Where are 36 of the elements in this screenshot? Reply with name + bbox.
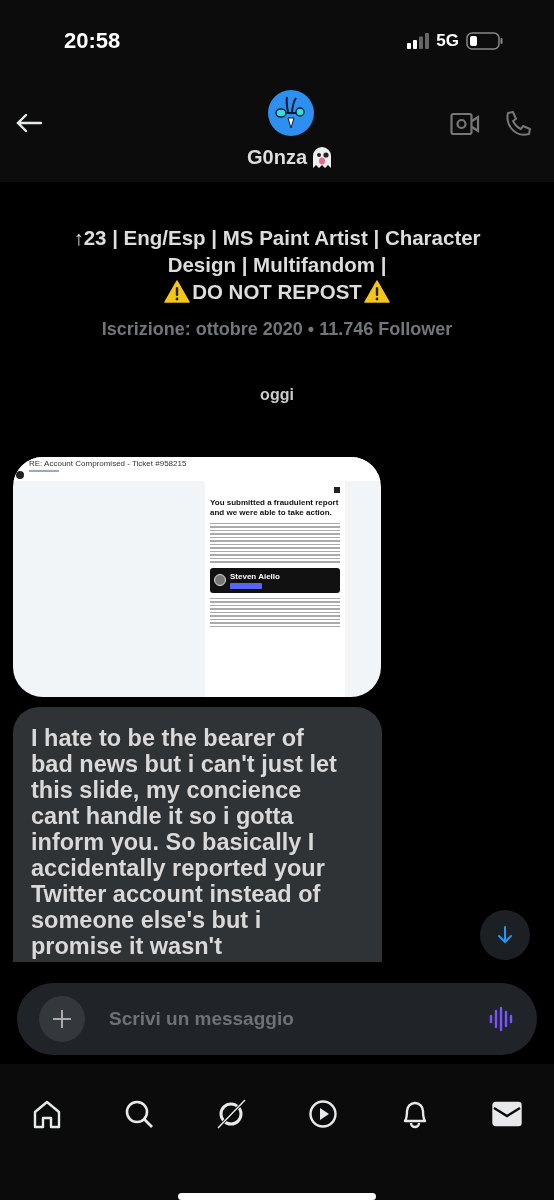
profile-stats: Iscrizione: ottobre 2020 • 11.746 Follower [101, 318, 453, 340]
date-label: oggi [259, 385, 295, 404]
image-message[interactable]: RE: Account Compromised - Ticket #958215 You submitted a fraudulent report and we were able to take action. Steven Aiello [13, 456, 381, 697]
email-heading: You submitted a fraudulent report and we were able to take action. [210, 497, 340, 518]
nav-tab[interactable] [306, 1097, 340, 1131]
scroll-down-button[interactable] [480, 909, 530, 960]
network-label: 5G [436, 31, 459, 51]
mail-icon [492, 1101, 522, 1127]
message-composer[interactable]: Scrivi un messaggio [17, 982, 537, 1055]
plus-icon [52, 1008, 72, 1029]
play-icon [308, 1099, 338, 1129]
search-icon [124, 1099, 154, 1129]
warning-icon [164, 279, 191, 303]
bell-icon [401, 1099, 429, 1129]
video-call-icon[interactable] [450, 112, 480, 136]
phone-icon[interactable] [504, 110, 532, 138]
warning-text: DO NOT REPOST [192, 278, 362, 305]
sender-line [29, 469, 59, 472]
email-subject: RE: Account Compromised - Ticket #958215 [29, 458, 188, 468]
voice-icon[interactable] [489, 1005, 515, 1032]
contact-name: G0nza [247, 145, 307, 169]
battery-icon [466, 32, 504, 50]
avatar-icon [214, 574, 226, 587]
contact-card-name: Steven Aiello [230, 571, 280, 581]
avatar-drawing[interactable] [268, 90, 314, 136]
home-icon [32, 1099, 62, 1129]
message-input[interactable]: Scrivi un messaggio [107, 1006, 467, 1031]
status-time: 20:58 [64, 28, 121, 54]
warning-icon [363, 279, 390, 303]
message-text: I hate to be the bearer of bad news but i can't just let this slide, my concience cant handle it so i gotta inform you. So basically I accidentally reported your Twitter account instead of someone else's but i promise it wasn't [31, 724, 337, 959]
profile-bio: ↑23 | Eng/Esp | MS Paint Artist | Character Design | Multifandom | [72, 224, 482, 278]
down-arrow-icon [497, 925, 513, 944]
signal-icon [407, 33, 430, 49]
discord-button [230, 582, 262, 589]
back-arrow-icon[interactable] [16, 113, 42, 133]
add-button[interactable] [39, 995, 85, 1042]
